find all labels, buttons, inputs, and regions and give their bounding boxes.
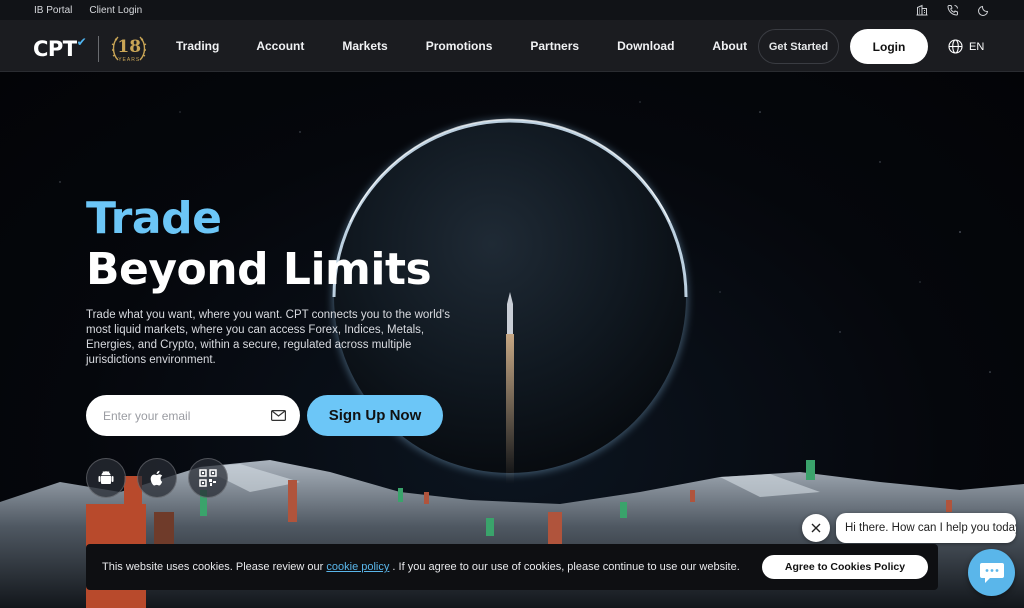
nav-account[interactable]: Account: [256, 39, 304, 53]
phone-icon[interactable]: [947, 4, 959, 16]
hero-title-line2: Beyond Limits: [86, 244, 432, 295]
chat-greeting-text: Hi there. How can I help you today?: [845, 522, 1016, 534]
nav-download[interactable]: Download: [617, 39, 674, 53]
android-icon: [98, 471, 114, 484]
apple-app-button[interactable]: [137, 458, 177, 498]
moon-icon[interactable]: [978, 4, 990, 16]
primary-menu: Trading Account Markets Promotions Partn…: [176, 20, 785, 72]
cookie-banner: This website uses cookies. Please review…: [86, 544, 938, 590]
language-selector[interactable]: EN: [948, 39, 984, 54]
get-started-button[interactable]: Get Started: [758, 29, 839, 64]
android-app-button[interactable]: [86, 458, 126, 498]
chat-close-button[interactable]: [802, 514, 830, 542]
nav-about[interactable]: About: [712, 39, 747, 53]
chat-launcher-button[interactable]: [968, 549, 1015, 596]
client-login-link[interactable]: Client Login: [89, 5, 142, 16]
nav-partners[interactable]: Partners: [530, 39, 579, 53]
brand-logo[interactable]: CPT✔ 18 YEARS: [33, 32, 149, 66]
top-utility-bar: IB Portal Client Login: [0, 0, 1024, 20]
login-button[interactable]: Login: [850, 29, 928, 64]
nav-promotions[interactable]: Promotions: [426, 39, 493, 53]
language-label: EN: [969, 40, 985, 53]
topbar-icons: [916, 4, 990, 16]
email-input[interactable]: [103, 408, 253, 423]
nav-trading[interactable]: Trading: [176, 39, 219, 53]
email-field-container: [86, 395, 300, 436]
anniversary-badge: 18 YEARS: [109, 32, 149, 66]
apple-icon: [150, 470, 163, 486]
ib-portal-link[interactable]: IB Portal: [34, 5, 72, 16]
chat-greeting-bubble[interactable]: Hi there. How can I help you today?: [836, 513, 1016, 543]
qr-code-icon: [199, 469, 217, 487]
mail-icon: [271, 410, 286, 421]
cpt-logo-text: CPT✔: [33, 35, 87, 61]
main-navigation: CPT✔ 18 YEARS Trading Account Markets Pr…: [0, 20, 1024, 72]
hero-description: Trade what you want, where you want. CPT…: [86, 309, 450, 366]
sign-up-button[interactable]: Sign Up Now: [307, 395, 443, 436]
globe-icon: [948, 39, 963, 54]
qr-code-button[interactable]: [188, 458, 228, 498]
close-icon: [811, 523, 821, 533]
chat-bubble-icon: [979, 562, 1004, 583]
agree-cookies-button[interactable]: Agree to Cookies Policy: [762, 555, 928, 579]
cookie-policy-link[interactable]: cookie policy: [326, 561, 389, 573]
logo-divider: [98, 36, 100, 62]
hero-title-line1: Trade: [86, 193, 222, 244]
cookie-message: This website uses cookies. Please review…: [102, 561, 740, 573]
nav-markets[interactable]: Markets: [342, 39, 387, 53]
building-icon[interactable]: [916, 4, 928, 16]
